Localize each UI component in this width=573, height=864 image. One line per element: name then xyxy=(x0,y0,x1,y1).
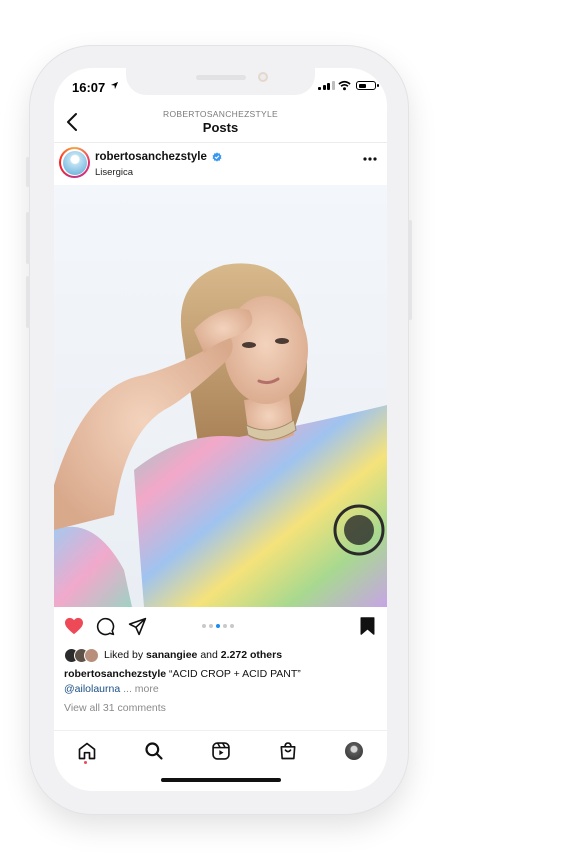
posts-header: ROBERTOSANCHEZSTYLE Posts xyxy=(54,104,387,143)
send-icon[interactable] xyxy=(128,617,147,636)
home-indicator[interactable] xyxy=(161,778,281,782)
post-caption: robertosanchezstyle “ACID CROP + ACID PA… xyxy=(64,668,301,680)
phone-screen: 16:07 ROBERTOSANCHEZSTYLE Posts robertos… xyxy=(54,68,387,791)
front-camera xyxy=(258,72,268,82)
status-time: 16:07 xyxy=(72,80,106,95)
carousel-dot-active xyxy=(216,624,220,628)
battery-icon xyxy=(356,81,379,90)
header-account-name: ROBERTOSANCHEZSTYLE xyxy=(163,109,278,119)
phone-power-button xyxy=(408,220,412,320)
post-image[interactable] xyxy=(54,185,387,607)
post-username[interactable]: robertosanchezstyle xyxy=(95,151,207,163)
phone-side-button xyxy=(26,157,30,187)
speaker-grille xyxy=(196,75,246,80)
post-location[interactable]: Lisergica xyxy=(95,167,133,178)
likes-count[interactable]: 2.272 others xyxy=(221,649,282,661)
caption-continued: @ailolaurna ... more xyxy=(64,683,159,695)
post-actions xyxy=(54,607,387,647)
cellular-signal-icon xyxy=(318,81,335,90)
post-header: robertosanchezstyle Lisergica xyxy=(54,143,387,186)
carousel-dot xyxy=(202,624,206,628)
post-photo-illustration xyxy=(54,263,387,607)
home-active-dot xyxy=(84,761,87,764)
bottom-tab-bar xyxy=(54,730,387,771)
story-avatar[interactable] xyxy=(59,147,90,178)
search-icon[interactable] xyxy=(144,741,164,761)
page-title: Posts xyxy=(202,120,239,135)
notch xyxy=(126,68,315,95)
mention-link[interactable]: @ailolaurna xyxy=(64,683,120,695)
carousel-dot xyxy=(209,624,213,628)
liked-by-user[interactable]: sanangiee xyxy=(146,649,197,661)
reels-icon[interactable] xyxy=(211,741,231,761)
verified-badge-icon xyxy=(212,152,222,162)
phone-volume-down xyxy=(26,276,30,328)
more-horizontal-icon[interactable] xyxy=(363,157,377,161)
caption-username[interactable]: robertosanchezstyle xyxy=(64,668,166,680)
shop-icon[interactable] xyxy=(278,741,298,761)
profile-avatar[interactable] xyxy=(345,742,363,760)
caption-text: “ACID CROP + ACID PANT” xyxy=(166,668,301,680)
avatar xyxy=(62,150,87,175)
wifi-icon xyxy=(338,80,351,91)
carousel-dot xyxy=(230,624,234,628)
liker-avatar xyxy=(84,647,99,663)
view-all-comments-link[interactable]: View all 31 comments xyxy=(64,702,166,714)
home-icon[interactable] xyxy=(77,741,97,761)
more-link[interactable]: ... more xyxy=(123,683,159,695)
bookmark-filled-icon[interactable] xyxy=(360,617,375,635)
location-arrow-icon xyxy=(110,81,119,90)
heart-filled-icon[interactable] xyxy=(64,617,84,635)
phone-volume-up xyxy=(26,212,30,264)
likes-row[interactable]: Liked by sanangiee and 2.272 others xyxy=(64,647,283,663)
carousel-dot xyxy=(223,624,227,628)
liked-by-text: Liked by sanangiee and 2.272 others xyxy=(104,649,283,661)
carousel-indicator xyxy=(202,624,234,628)
comment-icon[interactable] xyxy=(96,617,115,636)
